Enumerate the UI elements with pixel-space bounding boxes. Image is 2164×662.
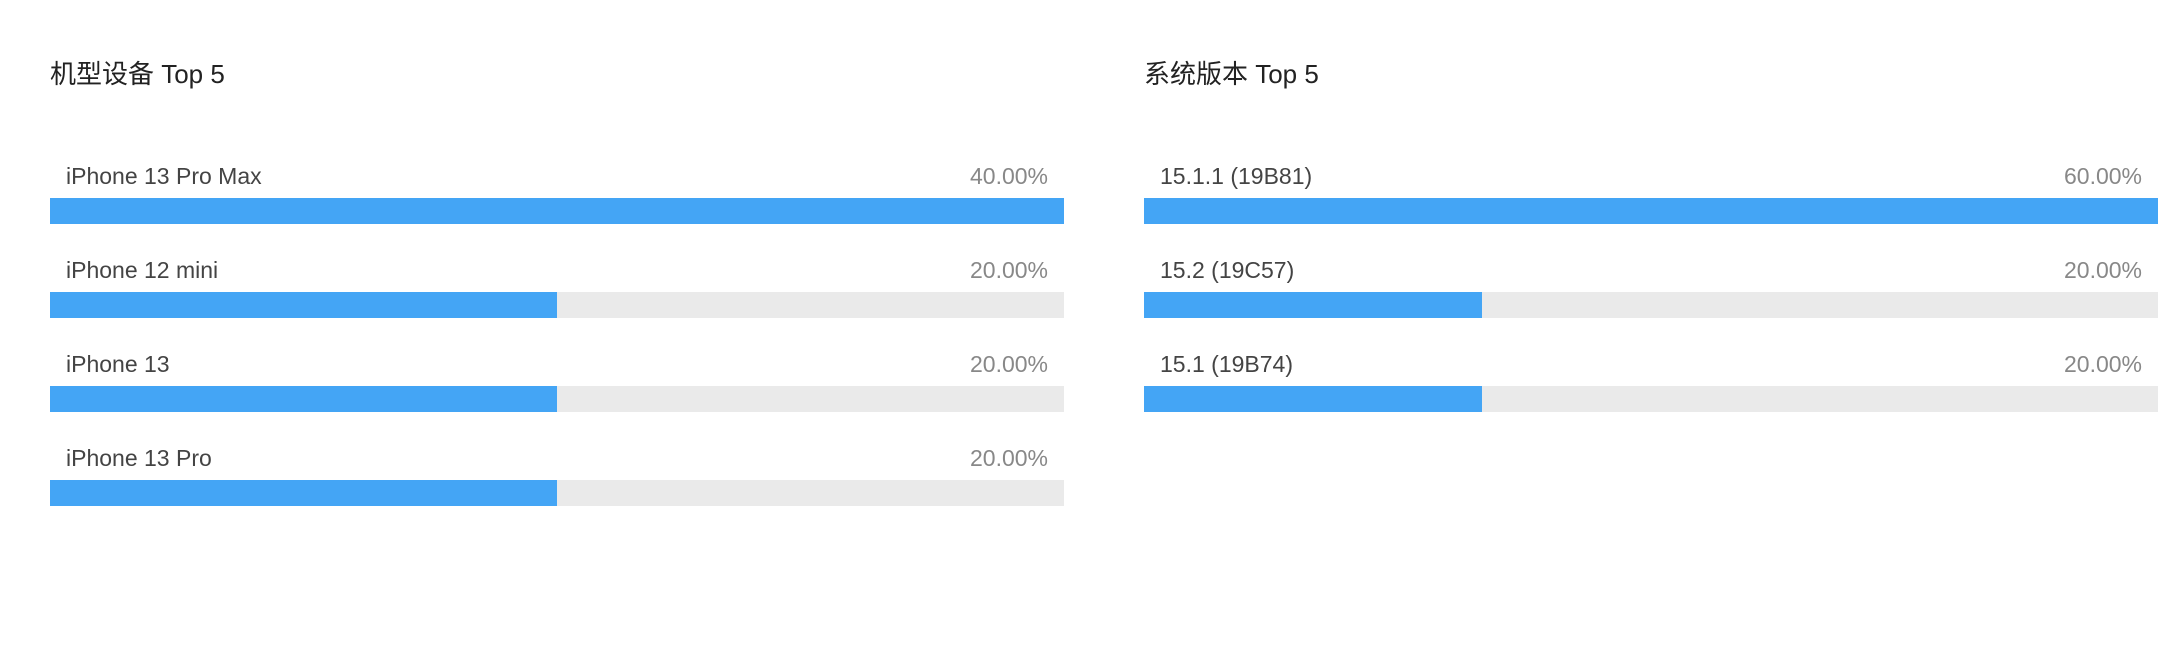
bar-fill <box>50 198 1064 224</box>
bar-track <box>1144 386 2158 412</box>
os-version-bar-list: 15.1.1 (19B81) 60.00% 15.2 (19C57) 20.00% 15… <box>1144 160 2158 442</box>
bar-row: iPhone 13 Pro 20.00% <box>50 442 1064 536</box>
bar-row: iPhone 13 20.00% <box>50 348 1064 442</box>
bar-track <box>50 198 1064 224</box>
bar-label: 15.1.1 (19B81) <box>1160 163 1313 189</box>
bar-row: iPhone 13 Pro Max 40.00% <box>50 160 1064 254</box>
bar-value-label: 40.00% <box>969 163 1048 189</box>
bar-label: iPhone 13 Pro Max <box>66 163 262 189</box>
bar-label: 15.1 (19B74) <box>1160 351 1293 377</box>
bar-fill <box>1144 292 1482 318</box>
bar-value-label: 60.00% <box>2063 163 2142 189</box>
device-model-title: 机型设备 Top 5 <box>50 59 225 89</box>
bar-value-label: 20.00% <box>969 445 1048 471</box>
bar-fill <box>1144 198 2158 224</box>
bar-track <box>50 480 1064 506</box>
bar-track <box>1144 198 2158 224</box>
bar-label: iPhone 12 mini <box>66 257 219 283</box>
bar-track <box>50 292 1064 318</box>
bar-row: iPhone 12 mini 20.00% <box>50 254 1064 348</box>
bar-value-label: 20.00% <box>969 351 1048 377</box>
bar-track <box>1144 292 2158 318</box>
bar-value-label: 20.00% <box>2063 351 2142 377</box>
bar-value-label: 20.00% <box>2063 257 2142 283</box>
bar-fill <box>1144 386 1482 412</box>
bar-label: iPhone 13 <box>66 351 170 377</box>
bar-track <box>50 386 1064 412</box>
os-version-title: 系统版本 Top 5 <box>1144 59 1319 89</box>
bar-row: 15.2 (19C57) 20.00% <box>1144 254 2158 348</box>
bar-row: 15.1.1 (19B81) 60.00% <box>1144 160 2158 254</box>
bar-fill <box>50 480 557 506</box>
bar-fill <box>50 292 557 318</box>
bar-label: 15.2 (19C57) <box>1160 257 1295 283</box>
bar-row: 15.1 (19B74) 20.00% <box>1144 348 2158 442</box>
bar-value-label: 20.00% <box>969 257 1048 283</box>
bar-label: iPhone 13 Pro <box>66 445 212 471</box>
bar-fill <box>50 386 557 412</box>
device-model-bar-list: iPhone 13 Pro Max 40.00% iPhone 12 mini 20.… <box>50 160 1064 536</box>
